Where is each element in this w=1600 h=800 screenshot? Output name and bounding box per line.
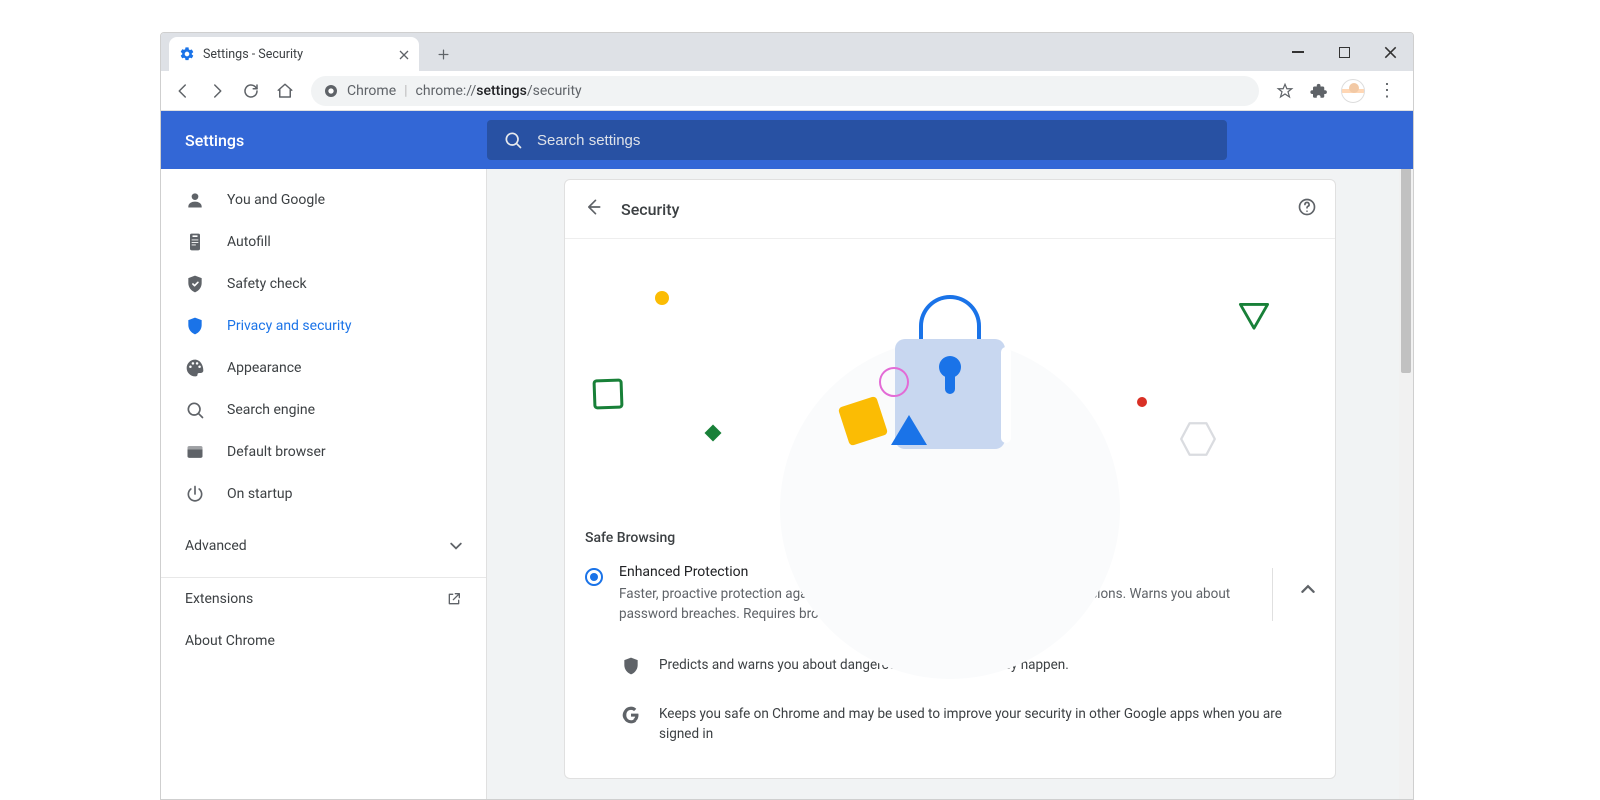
extensions-label: Extensions bbox=[185, 591, 253, 607]
security-illustration bbox=[565, 238, 1335, 510]
clipboard-icon bbox=[185, 232, 205, 252]
power-icon bbox=[185, 484, 205, 504]
chevron-down-icon bbox=[450, 540, 462, 552]
detail-item: Keeps you safe on Chrome and may be used… bbox=[621, 690, 1315, 759]
reload-button[interactable] bbox=[235, 75, 267, 107]
person-icon bbox=[185, 190, 205, 210]
sidebar-link-extensions[interactable]: Extensions bbox=[161, 578, 486, 620]
sidebar-link-about[interactable]: About Chrome bbox=[161, 620, 486, 662]
shield-check-icon bbox=[185, 274, 205, 294]
window-controls bbox=[1275, 33, 1413, 71]
chrome-origin-icon bbox=[323, 83, 339, 99]
close-tab-button[interactable] bbox=[399, 45, 409, 64]
gear-icon bbox=[179, 46, 195, 62]
minimize-button[interactable] bbox=[1275, 33, 1321, 71]
deco-triangle-icon bbox=[891, 415, 927, 445]
sidebar-item-label: Privacy and security bbox=[227, 318, 351, 334]
deco-dot-icon bbox=[1137, 397, 1147, 407]
home-button[interactable] bbox=[269, 75, 301, 107]
advanced-label: Advanced bbox=[185, 538, 247, 554]
card-back-button[interactable] bbox=[583, 197, 603, 221]
search-icon bbox=[503, 130, 523, 150]
sidebar-item-autofill[interactable]: Autofill bbox=[161, 221, 476, 263]
extensions-button[interactable] bbox=[1303, 75, 1335, 107]
shield-icon bbox=[185, 316, 205, 336]
forward-button[interactable] bbox=[201, 75, 233, 107]
about-label: About Chrome bbox=[185, 633, 275, 649]
deco-circle-icon bbox=[879, 367, 909, 397]
sidebar-advanced-toggle[interactable]: Advanced bbox=[161, 525, 486, 567]
sidebar-item-you-and-google[interactable]: You and Google bbox=[161, 179, 476, 221]
card-header: Security bbox=[565, 180, 1335, 238]
open-external-icon bbox=[446, 591, 462, 607]
sidebar-item-privacy-security[interactable]: Privacy and security bbox=[161, 305, 476, 347]
sidebar-item-label: Safety check bbox=[227, 276, 307, 292]
help-button[interactable] bbox=[1297, 197, 1317, 221]
settings-topbar: Settings bbox=[161, 111, 1413, 169]
browser-window: Settings - Security Chrome | chrome://se… bbox=[160, 32, 1414, 800]
sidebar-item-label: Autofill bbox=[227, 234, 271, 250]
origin-label: Chrome bbox=[347, 83, 396, 99]
tab-title: Settings - Security bbox=[203, 47, 391, 62]
maximize-button[interactable] bbox=[1321, 33, 1367, 71]
chrome-menu-button[interactable]: ⋮ bbox=[1371, 75, 1403, 107]
sidebar-item-safety-check[interactable]: Safety check bbox=[161, 263, 476, 305]
google-g-icon bbox=[621, 705, 641, 725]
deco-square-icon bbox=[592, 378, 623, 409]
palette-icon bbox=[185, 358, 205, 378]
settings-search-input[interactable] bbox=[537, 132, 1211, 149]
vertical-scrollbar[interactable] bbox=[1399, 111, 1413, 799]
deco-diamond-icon bbox=[705, 425, 722, 442]
sidebar-item-on-startup[interactable]: On startup bbox=[161, 473, 476, 515]
sidebar-item-label: Default browser bbox=[227, 444, 326, 460]
browser-icon bbox=[185, 442, 205, 462]
expand-toggle[interactable] bbox=[1301, 564, 1315, 625]
profile-button[interactable] bbox=[1337, 75, 1369, 107]
sidebar-item-search-engine[interactable]: Search engine bbox=[161, 389, 476, 431]
back-button[interactable] bbox=[167, 75, 199, 107]
sidebar-item-label: You and Google bbox=[227, 192, 325, 208]
radio-enhanced[interactable] bbox=[585, 568, 603, 625]
new-tab-button[interactable] bbox=[429, 37, 457, 71]
page-title: Security bbox=[621, 200, 1279, 219]
sidebar-item-appearance[interactable]: Appearance bbox=[161, 347, 476, 389]
tab-settings-security[interactable]: Settings - Security bbox=[169, 37, 419, 71]
sidebar-item-label: Search engine bbox=[227, 402, 315, 418]
shield-icon bbox=[621, 656, 641, 676]
bookmark-button[interactable] bbox=[1269, 75, 1301, 107]
address-bar[interactable]: Chrome | chrome://settings/security bbox=[311, 76, 1259, 106]
sidebar-item-label: On startup bbox=[227, 486, 293, 502]
tab-strip: Settings - Security bbox=[161, 33, 1413, 71]
sidebar-item-default-browser[interactable]: Default browser bbox=[161, 431, 476, 473]
close-window-button[interactable] bbox=[1367, 33, 1413, 71]
search-icon bbox=[185, 400, 205, 420]
chevron-up-icon bbox=[1301, 582, 1315, 596]
avatar bbox=[1341, 79, 1365, 103]
content-root: Settings You and Google Autofill bbox=[161, 111, 1413, 799]
settings-title: Settings bbox=[185, 131, 487, 150]
main-column: Security bbox=[487, 169, 1413, 799]
sidebar-item-label: Appearance bbox=[227, 360, 301, 376]
settings-search[interactable] bbox=[487, 120, 1227, 160]
browser-toolbar: Chrome | chrome://settings/security ⋮ bbox=[161, 71, 1413, 111]
deco-hexagon-icon bbox=[1177, 418, 1219, 464]
sidebar: You and Google Autofill Safety check Pri… bbox=[161, 169, 487, 799]
deco-dot-icon bbox=[655, 291, 669, 305]
url-text: chrome://settings/security bbox=[416, 83, 582, 99]
security-card: Security bbox=[564, 179, 1336, 779]
